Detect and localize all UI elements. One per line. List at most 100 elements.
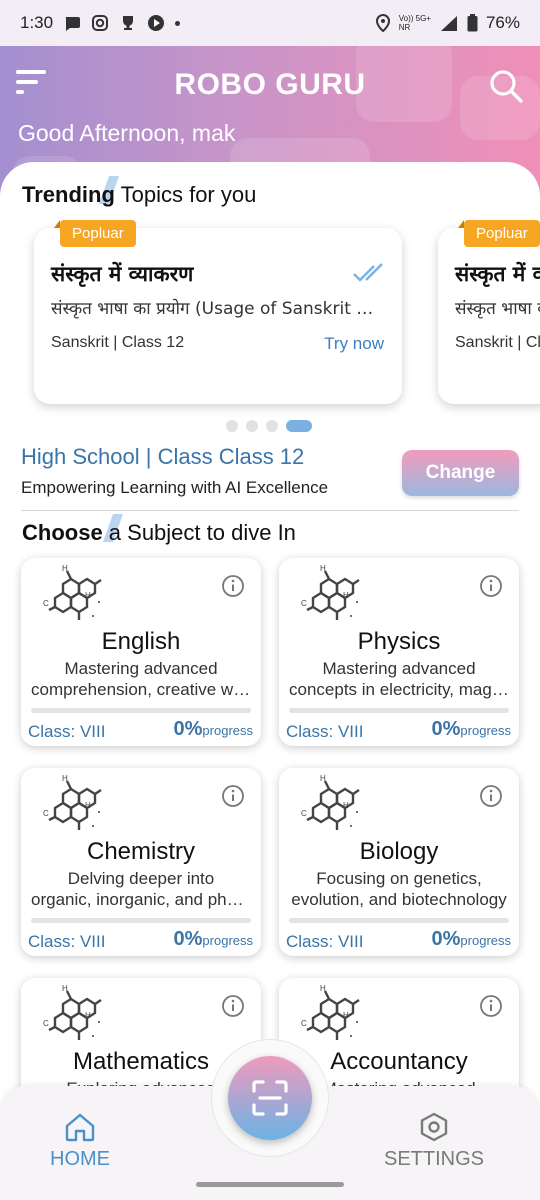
progress-label: progress [460, 723, 511, 738]
progress-bar [289, 918, 509, 923]
subject-description: Mastering advanced comprehension, creativ… [31, 658, 251, 700]
nav-settings[interactable]: SETTINGS [384, 1112, 484, 1171]
svg-text:C: C [43, 809, 49, 818]
info-icon[interactable] [221, 994, 245, 1018]
double-check-icon [353, 263, 383, 282]
subject-card-physics[interactable]: H H C Physics Mastering advanced concepts in … [279, 558, 519, 746]
progress-value: 0% [431, 928, 461, 950]
main-content: Trending Topics for you Popluar संस्कृत … [0, 162, 540, 1092]
subject-progress: 0%progress [174, 928, 253, 951]
svg-text:C: C [301, 599, 307, 608]
subject-desc-line: Mastering advanced [64, 659, 218, 678]
svg-text:H: H [85, 1011, 91, 1020]
progress-bar [31, 708, 251, 713]
svg-text:H: H [85, 591, 91, 600]
subject-card-biology[interactable]: H H C Biology Focusing on genetics, evolution… [279, 768, 519, 956]
subject-class: Class: VIII [286, 932, 364, 951]
scan-icon [252, 1080, 288, 1116]
molecule-icon: H H C [295, 772, 365, 836]
topic-subtitle: संस्कृत भाषा का प्रयोग (Usage of Sanskri… [51, 299, 381, 319]
status-time: 1:30 [20, 13, 54, 32]
popular-badge: Popluar [54, 220, 136, 247]
svg-text:H: H [343, 1011, 349, 1020]
subject-card-chemistry[interactable]: H H C Chemistry Delving deeper into organic, … [21, 768, 261, 956]
search-icon[interactable] [488, 68, 524, 104]
network-top-text: Vo)) 5G+ [398, 14, 431, 23]
subject-desc-line: evolution, and biotechnology [291, 890, 507, 909]
info-icon[interactable] [221, 784, 245, 808]
nav-home[interactable]: HOME [50, 1112, 110, 1171]
progress-label: progress [202, 723, 253, 738]
progress-bar [289, 708, 509, 713]
topic-title: संस्कृत में व्याकरण [455, 262, 540, 286]
carousel-dot[interactable] [246, 420, 258, 432]
gesture-bar [196, 1182, 344, 1187]
molecule-icon: H H C [37, 562, 107, 626]
carousel-dot[interactable] [266, 420, 278, 432]
carousel-dot-active[interactable] [286, 420, 312, 432]
settings-icon [420, 1112, 448, 1142]
school-tagline: Empowering Learning with AI Excellence [21, 478, 329, 497]
subject-progress: 0%progress [432, 928, 511, 951]
svg-text:H: H [343, 591, 349, 600]
progress-value: 0% [173, 718, 203, 740]
trending-card[interactable]: Popluar संस्कृत में व्याकरण संस्कृत भाषा… [34, 220, 402, 404]
subject-name: Physics [357, 628, 441, 655]
network-bottom-text: NR [398, 23, 411, 32]
nav-settings-label: SETTINGS [384, 1148, 485, 1170]
change-class-button[interactable]: Change [402, 450, 519, 496]
instagram-notification-icon [92, 15, 109, 31]
molecule-icon: H H C [37, 772, 107, 836]
topic-title: संस्कृत में व्याकरण [51, 262, 194, 286]
trophy-notification-icon [123, 16, 134, 30]
svg-text:H: H [320, 564, 326, 573]
school-class-label: High School | Class Class 12 [21, 444, 305, 469]
network-label: Vo)) 5G+ NR [399, 14, 431, 32]
svg-text:C: C [43, 1019, 49, 1028]
molecule-icon: H H C [295, 562, 365, 626]
subject-name: Chemistry [86, 838, 195, 865]
svg-text:C: C [301, 1019, 307, 1028]
trending-card[interactable]: Popluar संस्कृत में व्याकरण संस्कृत भाषा… [438, 220, 540, 404]
topic-meta: Sanskrit | Class 12 [455, 334, 540, 351]
progress-value: 0% [173, 928, 203, 950]
subject-name: Biology [359, 838, 439, 865]
subject-card-english[interactable]: H H C English Mastering advanced comprehensio… [21, 558, 261, 746]
signal-icon [440, 16, 457, 31]
subject-progress: 0%progress [174, 718, 253, 741]
subject-description: Focusing on genetics, evolution, and biot… [289, 868, 509, 910]
battery-percent: 76% [485, 13, 520, 32]
more-notifications-dot [175, 20, 181, 26]
progress-bar [31, 918, 251, 923]
chat-notification-icon [65, 17, 81, 31]
info-icon[interactable] [479, 574, 503, 598]
progress-value: 0% [431, 718, 461, 740]
molecule-icon: H H C [37, 982, 107, 1046]
svg-text:H: H [320, 984, 326, 993]
subject-desc-line: Delving deeper into [67, 869, 215, 888]
subject-name: English [101, 628, 181, 655]
info-icon[interactable] [479, 784, 503, 808]
info-icon[interactable] [221, 574, 245, 598]
svg-text:H: H [62, 564, 68, 573]
carousel-indicator [226, 420, 312, 432]
subject-desc-line: organic, inorganic, and physical chemist… [31, 890, 251, 909]
svg-text:C: C [301, 809, 307, 818]
popular-badge: Popluar [458, 220, 540, 247]
info-icon[interactable] [479, 994, 503, 1018]
progress-label: progress [460, 933, 511, 948]
subject-class: Class: VIII [28, 722, 106, 741]
subject-class: Class: VIII [28, 932, 106, 951]
molecule-icon: H H C [295, 982, 365, 1046]
play-notification-icon [148, 15, 165, 31]
subject-progress: 0%progress [432, 718, 511, 741]
subject-desc-line: Mastering advanced [322, 659, 476, 678]
svg-text:C: C [43, 599, 49, 608]
subject-description: Delving deeper into organic, inorganic, a… [31, 868, 251, 910]
carousel-dot[interactable] [226, 420, 238, 432]
try-now-link[interactable]: Try now [324, 334, 384, 354]
divider [21, 510, 519, 511]
svg-text:H: H [62, 984, 68, 993]
greeting-text: Good Afternoon, mak [18, 120, 236, 146]
scan-button[interactable] [228, 1056, 312, 1140]
